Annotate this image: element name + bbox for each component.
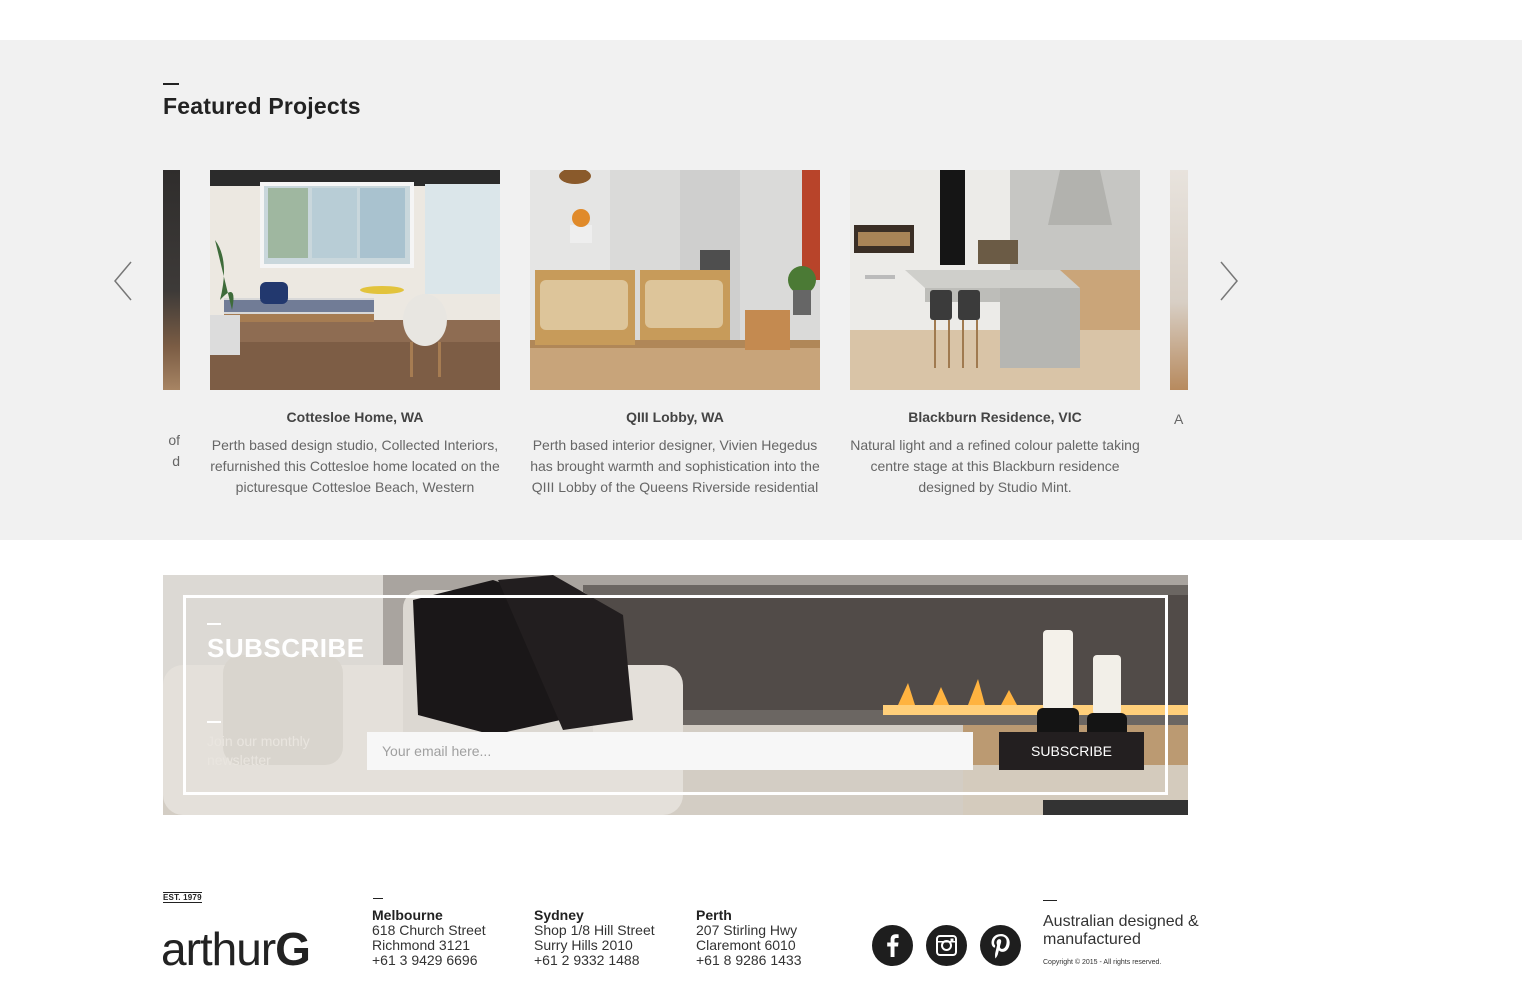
logo-text-bold: G xyxy=(275,923,311,975)
office-city: Perth xyxy=(696,907,732,923)
office-phone[interactable]: +61 3 9429 6696 xyxy=(372,953,486,968)
project-description: of d xyxy=(168,432,180,469)
brand-tagline: Australian designed & manufactured xyxy=(1043,913,1199,948)
project-description: Perth based interior designer, Vivien He… xyxy=(530,437,820,495)
top-strip xyxy=(0,0,1522,40)
carousel-next-arrow-icon[interactable] xyxy=(1213,260,1243,302)
project-description: Perth based design studio, Collected Int… xyxy=(210,437,500,495)
featured-projects-title: Featured Projects xyxy=(163,93,361,119)
office-melbourne: Melbourne 618 Church Street Richmond 312… xyxy=(372,908,486,968)
offices-dash xyxy=(373,898,383,899)
project-image[interactable] xyxy=(850,170,1140,390)
office-city: Sydney xyxy=(534,907,584,923)
office-address-line: 618 Church Street xyxy=(372,922,486,938)
office-phone[interactable]: +61 2 9332 1488 xyxy=(534,953,655,968)
subscribe-button[interactable]: SUBSCRIBE xyxy=(999,732,1144,770)
arthurg-logo[interactable]: arthurG xyxy=(161,923,311,975)
facebook-icon[interactable] xyxy=(872,925,913,966)
project-title[interactable]: Cottesloe Home, WA xyxy=(210,409,500,425)
project-card[interactable]: QIII Lobby, WA Perth based interior desi… xyxy=(530,170,820,498)
copyright: Copyright © 2015 - All rights reserved. xyxy=(1043,959,1162,966)
office-address-line: 207 Stirling Hwy xyxy=(696,922,798,938)
footer: EST. 1979 arthurG Melbourne 618 Church S… xyxy=(0,870,1522,995)
carousel-prev-arrow-icon[interactable] xyxy=(109,260,139,302)
subscribe-dash xyxy=(207,623,221,625)
tagline-dash xyxy=(1043,900,1057,901)
project-image[interactable] xyxy=(1170,170,1188,390)
project-card[interactable]: Cottesloe Home, WA Perth based design st… xyxy=(210,170,500,498)
featured-projects-section: Featured Projects of d Cottesloe Home, W… xyxy=(0,40,1522,540)
est-badge: EST. 1979 xyxy=(163,892,202,903)
project-card[interactable]: of d xyxy=(163,170,180,472)
office-address-line: Shop 1/8 Hill Street xyxy=(534,922,655,938)
logo-text-light: arthur xyxy=(161,923,276,975)
office-address-line: Richmond 3121 xyxy=(372,937,471,953)
project-image[interactable] xyxy=(210,170,500,390)
office-address-line: Claremont 6010 xyxy=(696,937,796,953)
project-card[interactable]: Blackburn Residence, VIC Natural light a… xyxy=(850,170,1140,498)
project-image[interactable] xyxy=(530,170,820,390)
office-city: Melbourne xyxy=(372,907,443,923)
project-image[interactable] xyxy=(163,170,180,390)
carousel-viewport: of d Cottesloe Home, WA Perth based desi… xyxy=(163,170,1188,510)
subscribe-banner: SUBSCRIBE Join our monthly newsletter SU… xyxy=(163,575,1188,815)
office-perth: Perth 207 Stirling Hwy Claremont 6010 +6… xyxy=(696,908,802,968)
project-title[interactable]: Blackburn Residence, VIC xyxy=(850,409,1140,425)
office-phone[interactable]: +61 8 9286 1433 xyxy=(696,953,802,968)
pinterest-icon[interactable] xyxy=(980,925,1021,966)
project-description: Natural light and a refined colour palet… xyxy=(850,437,1140,495)
subscribe-tagline: Join our monthly newsletter xyxy=(207,733,310,768)
project-card[interactable]: A xyxy=(1170,170,1188,472)
subscribe-title: SUBSCRIBE xyxy=(207,633,365,663)
project-title[interactable]: QIII Lobby, WA xyxy=(530,409,820,425)
project-description: A xyxy=(1174,411,1184,427)
office-sydney: Sydney Shop 1/8 Hill Street Surry Hills … xyxy=(534,908,655,968)
office-address-line: Surry Hills 2010 xyxy=(534,937,633,953)
instagram-icon[interactable] xyxy=(926,925,967,966)
email-input[interactable] xyxy=(367,732,973,770)
section-dash xyxy=(163,83,179,85)
subscribe-tagline-dash xyxy=(207,721,221,723)
